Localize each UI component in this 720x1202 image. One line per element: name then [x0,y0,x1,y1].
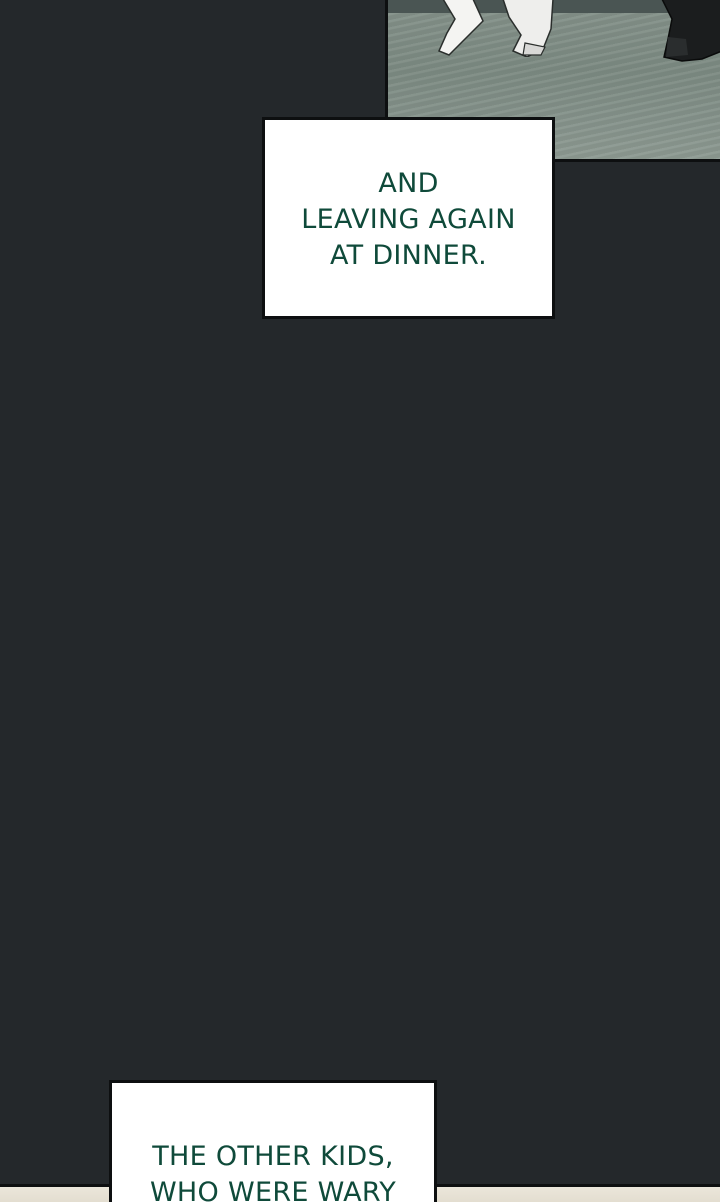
narration-line: THE OTHER KIDS, [152,1141,394,1172]
narration-box-dinner: AND LEAVING AGAIN AT DINNER. [262,117,555,319]
narration-line: AND [378,168,439,199]
narration-line: AT DINNER. [329,240,488,271]
narration-line: WHO WERE WARY [149,1177,397,1202]
narration-line: LEAVING AGAIN [301,204,516,235]
narration-text: THE OTHER KIDS, WHO WERE WARY [150,1139,396,1202]
narration-box-other-kids: THE OTHER KIDS, WHO WERE WARY [109,1080,437,1202]
narration-text: AND LEAVING AGAIN AT DINNER. [301,166,515,274]
comic-page: AND LEAVING AGAIN AT DINNER. THE OTHER K… [0,0,720,1202]
white-robed-figure-illustration [437,0,554,57]
dark-clothed-figure-illustration [661,0,720,62]
